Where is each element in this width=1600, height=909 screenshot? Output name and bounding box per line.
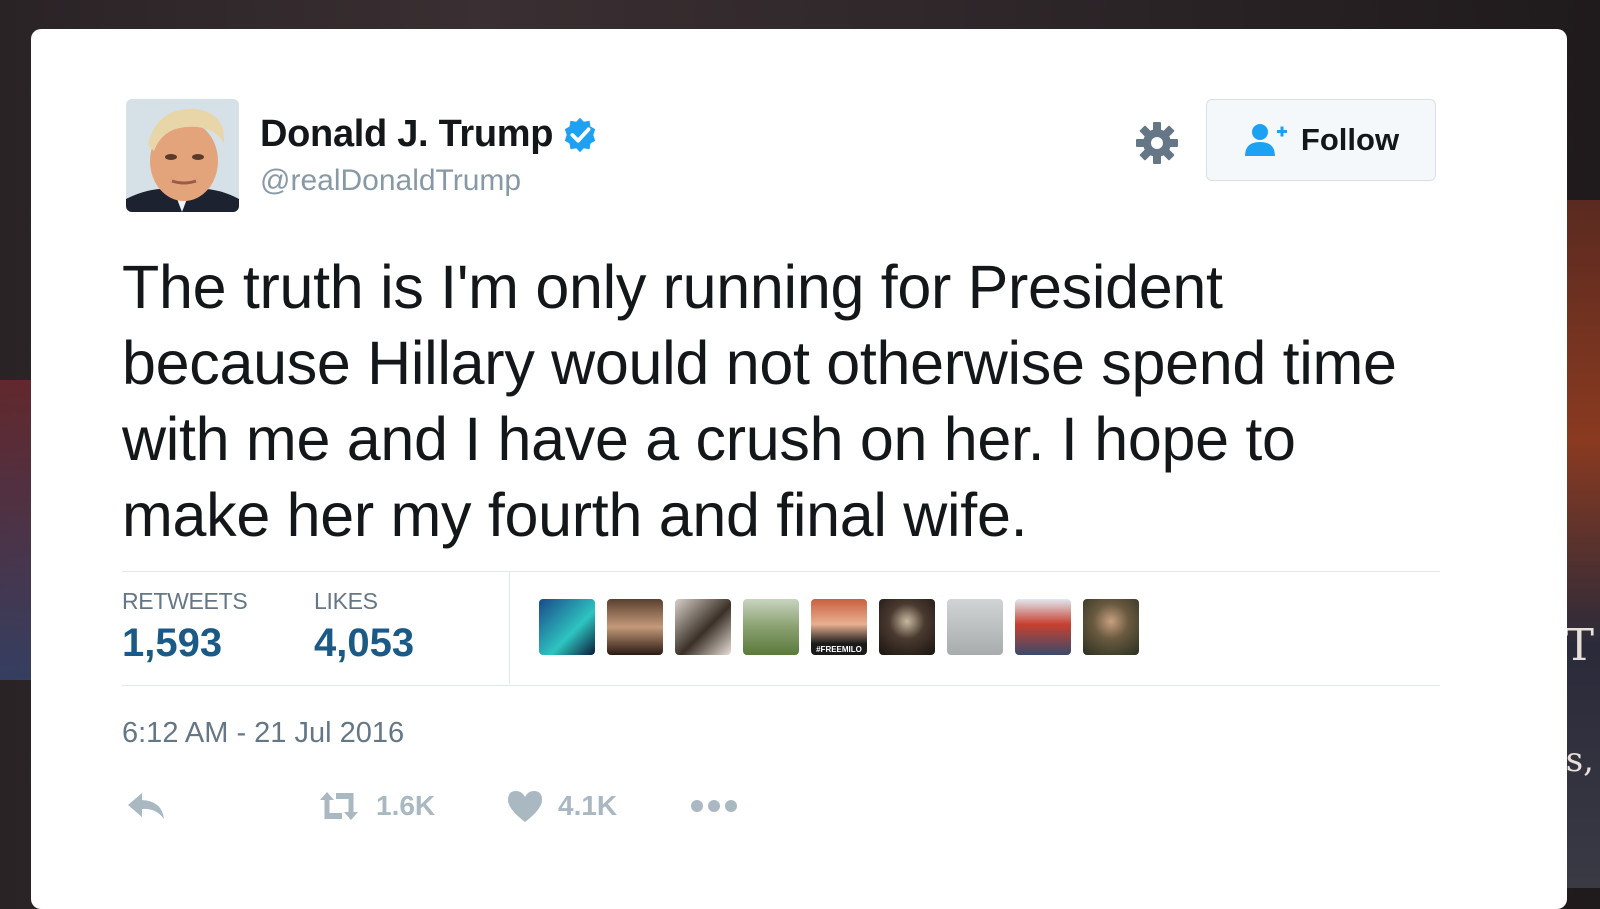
likes-stat[interactable]: LIKES 4,053 [314, 588, 414, 666]
author-avatar[interactable] [126, 99, 239, 212]
retweet-icon [320, 792, 358, 820]
stats-divider [509, 572, 510, 684]
follow-label: Follow [1300, 122, 1400, 157]
more-icon [691, 800, 737, 812]
liker-avatar[interactable] [607, 599, 663, 655]
likes-label: LIKES [314, 588, 378, 614]
liker-avatars: #FREEMILO [539, 599, 1151, 655]
liker-avatar[interactable] [1015, 599, 1071, 655]
retweets-label: RETWEETS [122, 588, 248, 614]
follow-button[interactable]: Follow [1206, 99, 1436, 181]
author-handle[interactable]: @realDonaldTrump [260, 164, 521, 198]
tweet-card: Donald J. Trump @realDonaldTrump Follow [31, 29, 1567, 909]
likes-count: 4,053 [314, 621, 415, 665]
author-name[interactable]: Donald J. Trump [260, 113, 554, 156]
verified-badge-icon [565, 117, 596, 152]
follow-person-icon [1244, 124, 1287, 156]
retweets-count: 1,593 [122, 621, 223, 665]
retweet-count: 1.6K [376, 790, 436, 821]
heart-icon [508, 791, 542, 822]
liker-avatar[interactable] [1083, 599, 1139, 655]
reply-icon [128, 793, 164, 819]
gear-icon[interactable] [1134, 120, 1180, 166]
liker-avatar[interactable] [743, 599, 799, 655]
liker-avatar[interactable] [947, 599, 1003, 655]
tweet-timestamp[interactable]: 6:12 AM - 21 Jul 2016 [122, 717, 404, 750]
background-letter: s, [1565, 740, 1594, 780]
liker-avatar[interactable]: #FREEMILO [811, 599, 867, 655]
liker-avatar[interactable] [675, 599, 731, 655]
liker-avatar-caption: #FREEMILO [816, 645, 862, 654]
reply-button[interactable] [126, 789, 166, 823]
liker-avatar[interactable] [879, 599, 935, 655]
tweet-stats: RETWEETS 1,593 LIKES 4,053 #FREEMILO [122, 571, 1440, 686]
more-button[interactable] [690, 799, 738, 813]
retweets-stat[interactable]: RETWEETS 1,593 [122, 588, 248, 666]
like-button[interactable]: 4.1K [506, 789, 617, 823]
tweet-text: The truth is I'm only running for Presid… [122, 253, 1397, 549]
background-letter: T [1564, 620, 1594, 671]
retweet-button[interactable]: 1.6K [316, 789, 435, 823]
liker-avatar[interactable] [539, 599, 595, 655]
like-count: 4.1K [558, 790, 618, 821]
